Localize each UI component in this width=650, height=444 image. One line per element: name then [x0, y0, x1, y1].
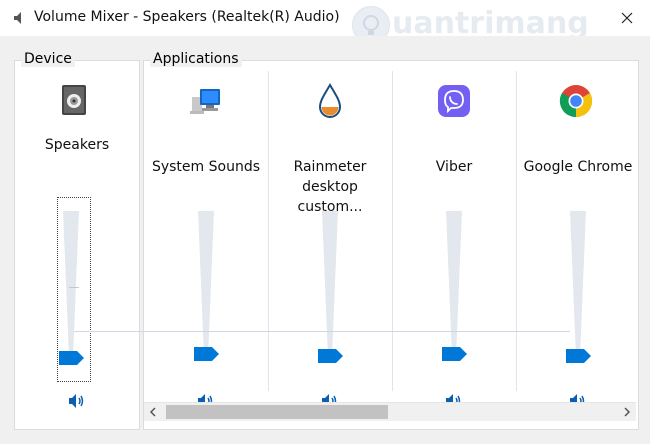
speaker-icon	[14, 12, 21, 24]
chevron-right-icon	[624, 407, 631, 417]
app-slider-thumb[interactable]	[194, 347, 220, 361]
device-group: Device Speakers	[14, 51, 140, 430]
device-slider-thumb[interactable]	[59, 351, 85, 365]
app-name: System Sounds	[151, 159, 261, 175]
device-column: Speakers	[15, 61, 139, 408]
device-slider-track	[63, 211, 79, 357]
speaker-device-icon[interactable]	[57, 83, 93, 119]
chevron-left-icon	[149, 407, 156, 417]
chrome-icon[interactable]	[558, 83, 594, 119]
rainmeter-drop-icon[interactable]	[312, 83, 348, 119]
volume-link-line	[74, 331, 570, 332]
app-volume-slider[interactable]	[318, 211, 343, 363]
app-column-system-sounds: System Sounds	[144, 61, 268, 408]
device-mute-button[interactable]	[67, 391, 87, 411]
app-name: Viber	[435, 159, 473, 175]
scrollbar-thumb[interactable]	[166, 405, 388, 419]
applications-group: Applications System Sounds Rainmeter des…	[143, 51, 640, 430]
app-column-rainmeter: Rainmeter desktop custom...	[268, 61, 392, 408]
app-name-line1: Rainmeter	[293, 159, 367, 175]
viber-icon[interactable]	[436, 83, 472, 119]
scroll-right-button[interactable]	[618, 403, 636, 421]
app-volume-slider[interactable]	[566, 211, 591, 363]
app-volume-slider[interactable]	[194, 211, 219, 361]
close-icon	[621, 12, 633, 24]
app-name: Google Chrome	[523, 159, 633, 175]
app-column-viber: Viber	[392, 61, 516, 408]
app-slider-track	[198, 211, 214, 357]
scroll-left-button[interactable]	[144, 403, 162, 421]
app-slider-track	[322, 211, 338, 357]
app-slider-track	[570, 211, 586, 357]
app-volume-slider[interactable]	[442, 211, 467, 361]
mixer-client-area: Device Speakers Applications System Soun…	[0, 36, 650, 444]
app-slider-track	[446, 211, 462, 357]
horizontal-scrollbar[interactable]	[144, 402, 636, 421]
app-slider-thumb[interactable]	[442, 347, 468, 361]
app-slider-thumb[interactable]	[566, 349, 592, 363]
system-sounds-icon[interactable]	[188, 83, 224, 119]
app-column-google-chrome: Google Chrome	[516, 61, 640, 408]
device-volume-slider[interactable]	[59, 211, 84, 365]
title-bar: Volume Mixer - Speakers (Realtek(R) Audi…	[0, 0, 650, 44]
window-title: Volume Mixer - Speakers (Realtek(R) Audi…	[34, 9, 340, 25]
app-slider-thumb[interactable]	[318, 349, 344, 363]
device-name: Speakers	[44, 137, 110, 153]
close-button[interactable]	[604, 0, 650, 36]
